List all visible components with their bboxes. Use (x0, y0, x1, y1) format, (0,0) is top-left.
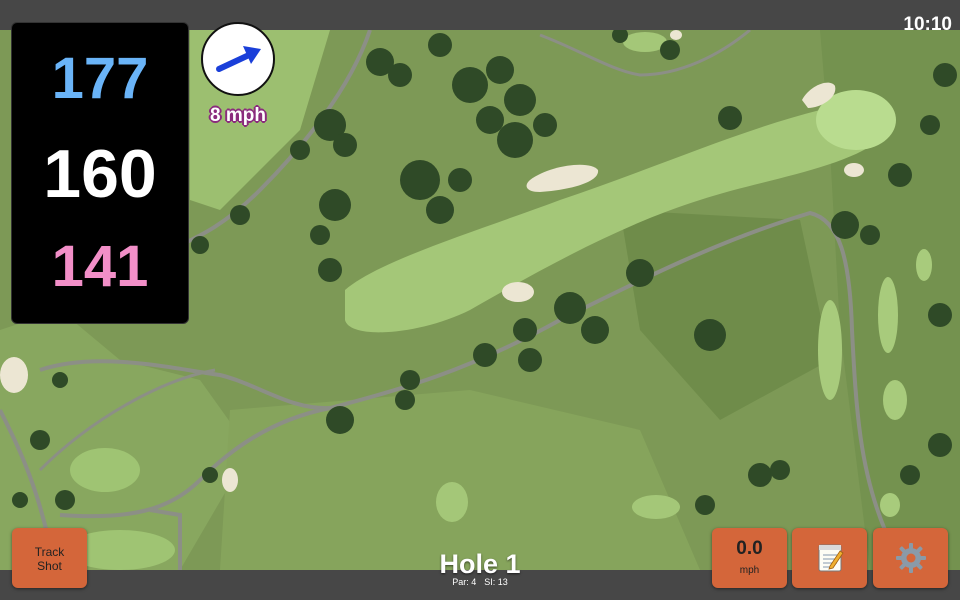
middle-distance: 160 (43, 136, 157, 212)
back-distance: 177 (51, 46, 149, 111)
notepad-icon (818, 544, 844, 572)
hole-stroke-index: SI: 13 (484, 577, 508, 587)
notes-button[interactable] (792, 528, 867, 588)
hole-info: Par: 4 SI: 13 (380, 577, 580, 587)
track-shot-label-line2: Shot (37, 559, 62, 573)
distance-panel: 177 160 141 (11, 22, 189, 324)
track-shot-label-line1: Track (34, 545, 65, 559)
speed-value: 0.0 (736, 538, 763, 559)
wind-arrow-icon (216, 46, 261, 72)
hole-title: Hole 1 (439, 549, 521, 579)
front-distance: 141 (51, 234, 149, 299)
speed-button[interactable]: 0.0 mph (712, 528, 787, 588)
wind-indicator (201, 22, 275, 96)
track-shot-button[interactable]: Track Shot (12, 528, 87, 588)
wind-speed-label: 8 mph (210, 105, 266, 126)
gear-icon (896, 543, 926, 573)
speed-unit: mph (739, 565, 760, 576)
hole-par: Par: 4 (452, 577, 477, 587)
settings-button[interactable] (873, 528, 948, 588)
